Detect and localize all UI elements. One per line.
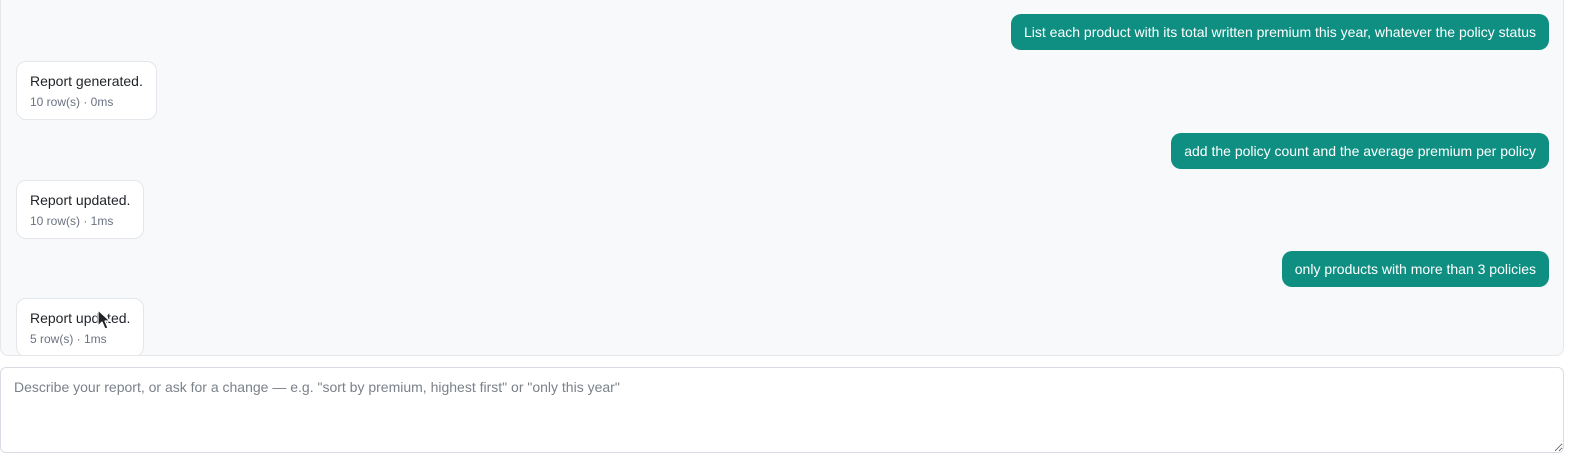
assistant-message: Report generated. 10 row(s) · 0ms [16,61,157,120]
user-message: only products with more than 3 policies [1281,251,1549,287]
assistant-message-title: Report generated. [30,73,143,89]
assistant-message: Report updated. 5 row(s) · 1ms [16,298,145,355]
user-message: add the policy count and the average pre… [1171,133,1549,169]
report-prompt-input[interactable] [0,367,1564,453]
assistant-message-meta: 10 row(s) · 0ms [30,95,114,109]
assistant-message-title: Report updated. [30,192,131,208]
assistant-message: Report updated. 10 row(s) · 1ms [16,180,145,239]
assistant-message-title: Report updated. [30,310,131,326]
user-message: List each product with its total written… [1010,14,1549,50]
assistant-message-meta: 5 row(s) · 1ms [30,332,107,346]
assistant-message-meta: 10 row(s) · 1ms [30,214,114,228]
chat-history: List each product with its total written… [0,0,1564,356]
